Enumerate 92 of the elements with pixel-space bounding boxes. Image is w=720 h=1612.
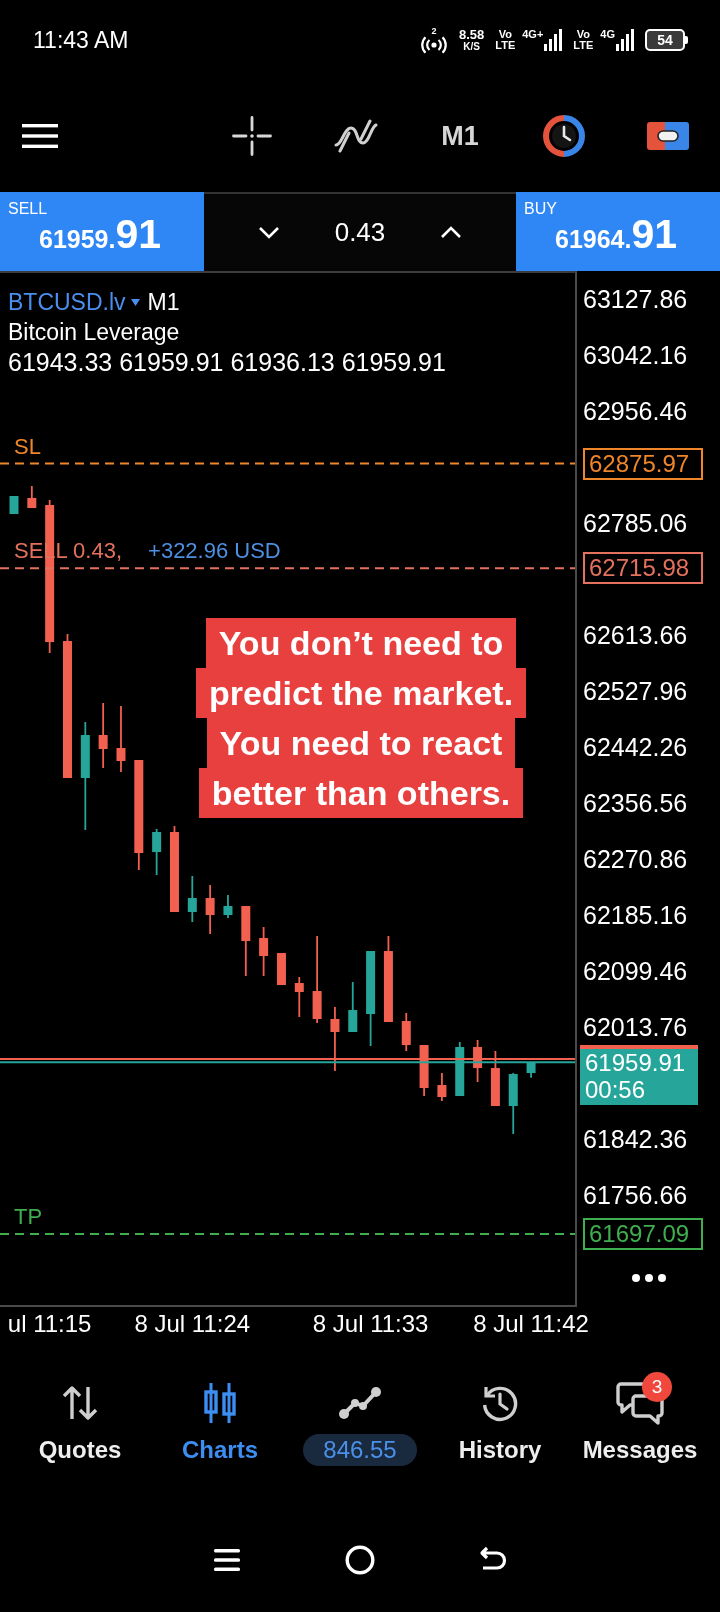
candle [526,1061,536,1079]
clock-button[interactable] [541,113,587,159]
network-type: 4G [600,29,615,40]
nav-tab[interactable]: 846.55 [290,1370,430,1472]
candle [490,1050,500,1107]
toggle-icon [647,122,689,150]
time-axis-label: ul 11:15 [7,1310,92,1338]
level-label: TP [14,1203,43,1230]
profit-label: +322.96 USD [148,538,281,565]
symbol-description: Bitcoin Leverage [8,318,181,347]
price-axis-label: 62527.96 [583,676,688,706]
candle [330,1006,340,1072]
candle [152,828,162,876]
candle [223,894,233,919]
volte-label: Vo LTE [495,29,516,51]
crosshair-icon [232,116,272,156]
status-time: 11:43 AM [33,26,129,54]
price-axis-label: 62356.56 [583,788,688,818]
nav-tab[interactable]: Charts [150,1370,290,1472]
level-label: SL [14,433,41,460]
level-price-tag: 61697.09 [583,1217,703,1250]
candlestick-icon [203,1382,237,1424]
candle [116,705,126,773]
speed-unit: K/S [463,41,480,52]
candle [508,1072,518,1135]
symbol-selector[interactable]: BTCUSD.lv [8,287,126,317]
price-axis-label: 61756.66 [583,1180,688,1210]
price-axis-label: 62956.46 [583,396,688,426]
price-axis-label: 62270.86 [583,844,688,874]
more-button[interactable] [631,1274,666,1282]
sell-button[interactable]: SELL 61959.91 [0,192,204,271]
battery-indicator: 54 [645,29,688,51]
candle [205,884,215,935]
signal-icon [616,29,634,51]
price-axis-label: 62013.76 [583,1012,688,1042]
candle [348,981,358,1033]
price-axis-label: 62613.66 [583,620,688,650]
squiggle-icon [334,119,378,153]
nav-tab[interactable]: History [430,1370,570,1472]
candle [473,1039,483,1083]
chart-timeframe: M1 [147,288,180,317]
volte-label: Vo LTE [573,29,594,51]
candle [437,1072,447,1102]
candle [419,1044,429,1097]
buy-button[interactable]: BUY 61964.91 [516,192,720,271]
level-price-tag: 62875.97 [583,447,703,480]
hotspot-count: 2 [431,26,437,36]
price-axis-label: 63042.16 [583,340,688,370]
candle [294,976,304,1018]
price-axis-label: 62442.26 [583,732,688,762]
candle [187,875,197,923]
candle [27,485,37,509]
hotspot-icon [419,35,448,54]
chevron-up-icon [440,226,462,239]
nav-tab[interactable]: Quotes [10,1370,150,1472]
price-axis-label: 61842.36 [583,1124,688,1154]
time-axis-label: 8 Jul 11:24 [134,1310,251,1338]
chevron-down-icon [258,226,280,239]
volume-field[interactable]: 0.43 [334,217,386,248]
network-type: 4G+ [522,29,544,40]
signal-icon [544,29,563,51]
up-down-arrows-icon [61,1385,99,1421]
price-axis-label: 62099.46 [583,956,688,986]
line-chart-icon [338,1386,382,1420]
timeframe-button[interactable]: M1 [439,113,481,159]
nav-tab[interactable]: 3 Messages [570,1370,710,1472]
candle [276,952,286,986]
unread-count: 3 [642,1372,672,1402]
more-icon [631,1274,666,1282]
candle [259,926,269,977]
menu-button[interactable] [20,122,60,150]
profit-amount: 846.55 [303,1434,417,1466]
crosshair-button[interactable] [230,113,274,159]
candle [455,1041,465,1097]
level-price-tag: 62715.98 [583,552,703,585]
time-axis-label: 8 Jul 11:33 [312,1310,429,1338]
dropdown-triangle-icon [130,298,140,306]
ohlc-values: 61943.33 61959.91 61936.13 61959.91 [8,347,447,377]
time-axis-label: 8 Jul 11:42 [473,1310,589,1338]
three-lines-icon [213,1549,240,1571]
candle [241,905,251,977]
price-axis-label: 62185.16 [583,900,688,930]
candle [9,495,19,515]
candle [98,702,108,769]
price-axis-label: 63127.86 [583,284,688,314]
circle-icon [345,1545,375,1575]
price-axis-label: 62785.06 [583,508,688,538]
menu-icon [22,124,58,148]
candle [401,1012,411,1052]
clock-icon [543,115,585,157]
network-speed: 8.58 [458,28,485,41]
bid-price-tag: 61959.91 00:56 [580,1045,698,1106]
